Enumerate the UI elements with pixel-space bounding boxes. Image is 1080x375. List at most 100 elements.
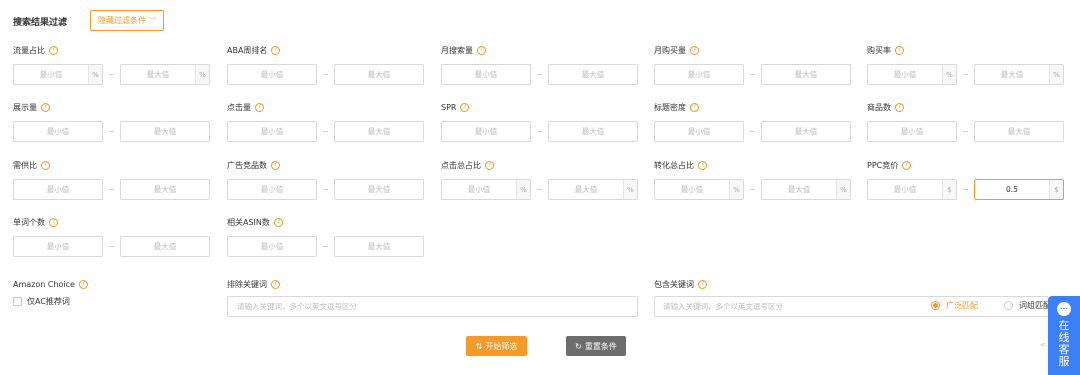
start-filter-button[interactable]: ⇅ 开始筛选 — [466, 336, 527, 356]
min-value-text: 最小值 — [687, 70, 711, 79]
help-icon[interactable]: ? — [271, 279, 280, 289]
min-value-input[interactable]: 最小值 — [13, 121, 103, 142]
max-value-input[interactable]: 最大值% — [548, 179, 638, 200]
field-label: 流量占比? — [13, 44, 213, 56]
phrase-match-radio[interactable] — [1004, 301, 1013, 310]
help-icon[interactable]: ? — [485, 160, 494, 170]
help-icon[interactable]: ? — [271, 160, 280, 170]
exclude-keywords-label: 排除关键词 — [227, 279, 267, 289]
help-icon[interactable]: ? — [460, 102, 470, 112]
min-value-input[interactable]: 最小值 — [227, 64, 317, 85]
help-icon[interactable]: ? — [895, 45, 904, 55]
max-value-input[interactable]: 最大值 — [334, 236, 424, 257]
field-label: 标题密度? — [654, 101, 854, 113]
max-value-input[interactable]: 最大值 — [974, 121, 1064, 142]
min-value-input[interactable]: 最小值 — [654, 121, 744, 142]
min-value-input[interactable]: 最小值% — [654, 179, 744, 200]
field-label-text: 月搜索量 — [441, 45, 473, 55]
help-icon[interactable]: ? — [477, 45, 486, 55]
min-value-input[interactable]: 最小值 — [13, 179, 103, 200]
broad-match-radio[interactable] — [931, 301, 940, 310]
range-inputs: 最小值 ~ 最大值 — [441, 121, 638, 142]
match-type-group: 广泛匹配 词组匹配 — [931, 300, 1051, 311]
help-icon[interactable]: ? — [255, 102, 264, 112]
help-icon[interactable]: ? — [690, 102, 699, 112]
max-value-input[interactable]: 最大值% — [974, 64, 1064, 85]
checkbox-box[interactable] — [13, 297, 22, 306]
min-value-input[interactable]: 最小值 $ — [867, 179, 957, 200]
range-separator: ~ — [108, 185, 115, 194]
max-value-input[interactable]: 最大值 — [548, 64, 638, 85]
ac-only-checkbox[interactable]: 仅AC推荐词 — [13, 296, 70, 307]
phrase-match-label[interactable]: 词组匹配 — [1019, 300, 1051, 311]
max-value-text: 最大值 — [787, 185, 811, 194]
help-icon[interactable]: ? — [690, 45, 699, 55]
help-icon[interactable]: ? — [41, 102, 50, 112]
min-value-input[interactable]: 最小值 — [654, 64, 744, 85]
max-value-input[interactable]: 最大值 — [120, 179, 210, 200]
field-label-text: 购买率 — [867, 45, 891, 55]
max-value-text: 最大值 — [794, 70, 818, 79]
unit-suffix: % — [195, 65, 209, 84]
help-icon[interactable]: ? — [895, 102, 904, 112]
min-value-text: 最小值 — [46, 242, 70, 251]
range-inputs: 最小值 ~ 最大值 — [654, 121, 851, 142]
range-inputs: 最小值 ~ 最大值 — [654, 64, 851, 85]
min-value-input[interactable]: 最小值% — [867, 64, 957, 85]
max-value-input[interactable]: 最大值 — [334, 64, 424, 85]
field-label-text: 转化总占比 — [654, 160, 694, 170]
field-label-text: 展示量 — [13, 102, 37, 112]
max-value-text: 最大值 — [367, 185, 391, 194]
max-value-input[interactable]: 最大值% — [761, 179, 851, 200]
max-value-input[interactable]: 最大值 — [120, 121, 210, 142]
help-icon[interactable]: ? — [698, 279, 707, 289]
max-value-input[interactable]: 最大值 — [334, 179, 424, 200]
min-value-input[interactable]: 最小值 — [227, 179, 317, 200]
max-value-text: 0.5 — [1006, 185, 1018, 194]
exclude-keywords-field: 排除关键词 ? 请输入关键词，多个以英文逗号区分 — [227, 278, 638, 317]
max-value-input[interactable]: 最大值 — [548, 121, 638, 142]
min-value-input[interactable]: 最小值% — [13, 64, 103, 85]
min-value-input[interactable]: 最小值 — [441, 64, 531, 85]
min-value-input[interactable]: 最小值 — [441, 121, 531, 142]
online-support-widget[interactable]: < ··· 在线客服 — [1040, 296, 1080, 375]
min-value-input[interactable]: 最小值 — [227, 121, 317, 142]
max-value-input[interactable]: 最大值 — [761, 121, 851, 142]
min-value-input[interactable]: 最小值% — [441, 179, 531, 200]
unit-suffix: % — [729, 180, 743, 199]
filter-header: 搜索结果过滤 — [13, 10, 67, 32]
broad-match-label[interactable]: 广泛匹配 — [946, 300, 978, 311]
max-value-input[interactable]: 最大值 — [334, 121, 424, 142]
min-value-text: 最小值 — [893, 185, 917, 194]
help-icon[interactable]: ? — [41, 160, 50, 170]
field-label: 转化总占比? — [654, 159, 854, 171]
max-value-input[interactable]: 最大值 — [120, 236, 210, 257]
max-value-input[interactable]: 最大值 — [761, 64, 851, 85]
range-inputs: 最小值 ~ 最大值 — [227, 179, 424, 200]
max-value-input[interactable]: 最大值% — [120, 64, 210, 85]
help-icon[interactable]: ? — [698, 160, 707, 170]
field-label-text: 流量占比 — [13, 45, 45, 55]
max-value-input[interactable]: 0.5 $ — [974, 179, 1064, 200]
help-icon[interactable]: ? — [271, 45, 281, 55]
range-inputs: 最小值% ~ 最大值% — [13, 64, 210, 85]
max-value-text: 最大值 — [153, 127, 177, 136]
help-icon[interactable]: ? — [902, 160, 912, 170]
help-icon[interactable]: ? — [78, 279, 88, 289]
filter-panel: 搜索结果过滤 隐藏过滤条件 ﹀ 流量占比? 最小值% ~ 最大值% ABA周排名? 最小值… — [0, 0, 1080, 375]
exclude-keywords-input[interactable]: 请输入关键词，多个以英文逗号区分 — [227, 296, 638, 317]
hide-filters-button[interactable]: 隐藏过滤条件 ﹀ — [90, 10, 164, 31]
help-icon[interactable]: ? — [273, 217, 283, 227]
help-icon[interactable]: ? — [49, 45, 58, 55]
reset-filter-button[interactable]: ↻ 重置条件 — [566, 336, 626, 356]
min-value-input[interactable]: 最小值 — [13, 236, 103, 257]
field-label-text: 单词个数 — [13, 217, 45, 227]
range-separator: ~ — [322, 70, 329, 79]
min-value-text: 最小值 — [260, 185, 284, 194]
unit-suffix: % — [836, 180, 850, 199]
reset-filter-label: 重置条件 — [584, 341, 617, 351]
min-value-input[interactable]: 最小值 — [867, 121, 957, 142]
max-value-text: 最大值 — [367, 127, 391, 136]
help-icon[interactable]: ? — [49, 217, 58, 227]
min-value-input[interactable]: 最小值 — [227, 236, 317, 257]
